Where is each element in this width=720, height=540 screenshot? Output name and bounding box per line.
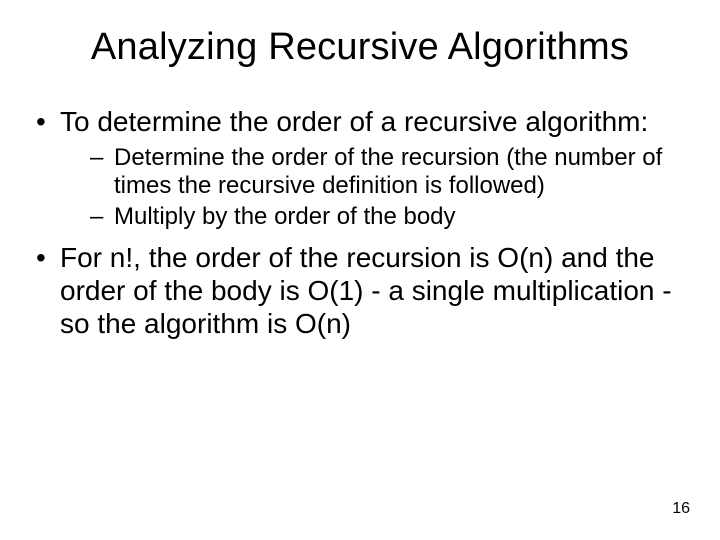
- sub-bullet-item: Multiply by the order of the body: [60, 203, 690, 231]
- sub-bullet-text: Determine the order of the recursion (th…: [114, 144, 662, 199]
- bullet-list: To determine the order of a recursive al…: [30, 105, 690, 340]
- slide: Analyzing Recursive Algorithms To determ…: [0, 0, 720, 540]
- page-number: 16: [672, 500, 690, 518]
- bullet-item: For n!, the order of the recursion is O(…: [30, 241, 690, 340]
- slide-title: Analyzing Recursive Algorithms: [0, 0, 720, 87]
- sub-bullet-item: Determine the order of the recursion (th…: [60, 144, 690, 201]
- bullet-item: To determine the order of a recursive al…: [30, 105, 690, 231]
- bullet-text: To determine the order of a recursive al…: [60, 106, 648, 137]
- sub-bullet-list: Determine the order of the recursion (th…: [60, 144, 690, 231]
- sub-bullet-text: Multiply by the order of the body: [114, 203, 456, 230]
- bullet-text: For n!, the order of the recursion is O(…: [60, 242, 672, 339]
- slide-body: To determine the order of a recursive al…: [0, 87, 720, 340]
